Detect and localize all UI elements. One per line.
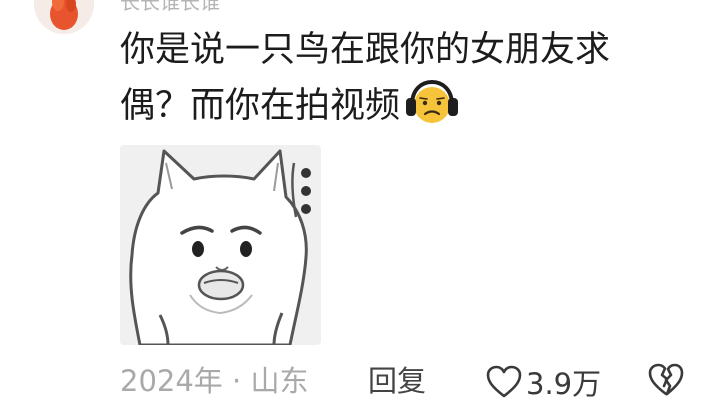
comment-text-line1: 你是说一只鸟在跟你的女朋友求 (120, 30, 611, 70)
cat-meme-sticker[interactable] (120, 145, 321, 345)
reply-button[interactable]: 回复 (368, 358, 426, 404)
broken-heart-icon (648, 363, 684, 396)
comment-date-location: 2024年 · 山东 (120, 364, 309, 398)
comment-text-line2: 偶？而你在拍视频 (120, 86, 401, 126)
cat-meme-image (120, 145, 321, 345)
heart-outline-icon (486, 365, 522, 398)
like-button[interactable]: 3.9万 (486, 362, 601, 402)
like-count: 3.9万 (526, 367, 602, 401)
username[interactable]: 长长谁长谁 (120, 0, 220, 15)
avatar-image (34, 0, 94, 34)
dislike-button[interactable] (648, 362, 684, 398)
user-avatar[interactable] (34, 0, 94, 34)
headphones-face-emoji (403, 79, 461, 125)
comment-text: 你是说一只鸟在跟你的女朋友求 偶？而你在拍视频 (120, 22, 680, 134)
comment-item: 长长谁长谁 你是说一只鸟在跟你的女朋友求 偶？而你在拍视频 2024年 · 山东… (0, 0, 720, 405)
